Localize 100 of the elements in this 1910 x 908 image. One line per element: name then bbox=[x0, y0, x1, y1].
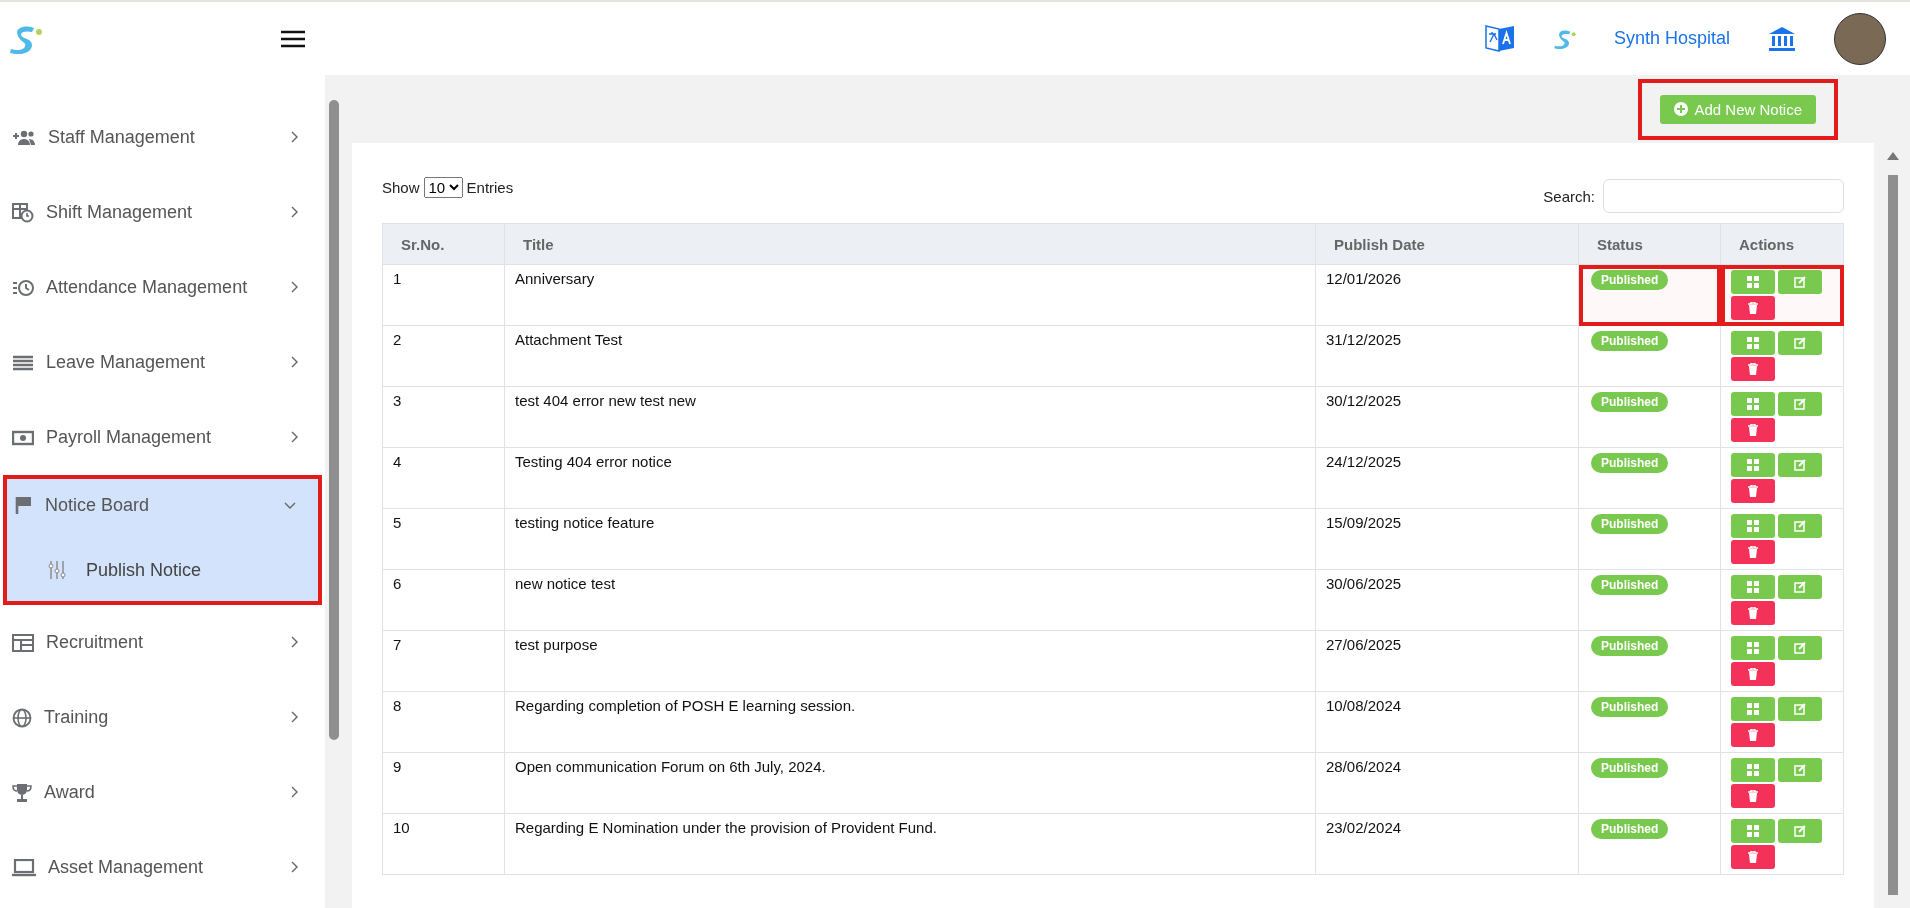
sidebar-item[interactable]: Notice Board bbox=[3, 475, 322, 535]
edit-button[interactable] bbox=[1778, 392, 1822, 416]
edit-button[interactable] bbox=[1778, 575, 1822, 599]
delete-button[interactable] bbox=[1731, 662, 1775, 686]
sidebar-item[interactable]: Training bbox=[0, 680, 325, 755]
table-cell: testing notice feature bbox=[504, 508, 1316, 570]
grid-icon bbox=[1747, 764, 1759, 776]
column-header[interactable]: Status bbox=[1578, 223, 1721, 265]
entries-label: Entries bbox=[466, 178, 514, 196]
table-cell: Testing 404 error notice bbox=[504, 447, 1316, 509]
edit-button[interactable] bbox=[1778, 697, 1822, 721]
sidebar-item[interactable]: Attendance Management bbox=[0, 250, 325, 325]
delete-button[interactable] bbox=[1731, 357, 1775, 381]
edit-icon bbox=[1794, 764, 1806, 776]
grid-icon bbox=[1747, 398, 1759, 410]
trash-icon bbox=[1748, 851, 1758, 863]
delete-button[interactable] bbox=[1731, 723, 1775, 747]
table-cell: 10/08/2024 bbox=[1315, 691, 1579, 753]
edit-button[interactable] bbox=[1778, 331, 1822, 355]
edit-button[interactable] bbox=[1778, 758, 1822, 782]
page-size-select[interactable]: 10 bbox=[423, 176, 463, 198]
table-cell: 2 bbox=[382, 325, 505, 387]
view-button[interactable] bbox=[1731, 270, 1775, 294]
scroll-up-icon[interactable] bbox=[1886, 151, 1900, 161]
table-cell: test purpose bbox=[504, 630, 1316, 692]
logo-icon[interactable] bbox=[10, 23, 42, 54]
grid-icon bbox=[1747, 520, 1759, 532]
trash-icon bbox=[1748, 363, 1758, 375]
scrollbar[interactable] bbox=[1888, 175, 1898, 895]
sidebar-item[interactable]: Asset Management bbox=[0, 830, 325, 905]
menu-icon[interactable] bbox=[281, 29, 305, 48]
logo-icon bbox=[1553, 28, 1576, 49]
sidebar-item[interactable]: Shift Management bbox=[0, 175, 325, 250]
delete-button[interactable] bbox=[1731, 418, 1775, 442]
edit-button[interactable] bbox=[1778, 514, 1822, 538]
status-badge: Published bbox=[1591, 697, 1669, 717]
edit-button[interactable] bbox=[1778, 453, 1822, 477]
grid-icon bbox=[1747, 703, 1759, 715]
view-button[interactable] bbox=[1731, 819, 1775, 843]
edit-icon bbox=[1794, 642, 1806, 654]
search-field[interactable] bbox=[1603, 179, 1844, 213]
table-cell: 4 bbox=[382, 447, 505, 509]
table-cell: 1 bbox=[382, 264, 505, 326]
trash-icon bbox=[1748, 790, 1758, 802]
delete-button[interactable] bbox=[1731, 784, 1775, 808]
view-button[interactable] bbox=[1731, 697, 1775, 721]
edit-button[interactable] bbox=[1778, 819, 1822, 843]
view-button[interactable] bbox=[1731, 758, 1775, 782]
scrollbar[interactable] bbox=[329, 100, 339, 740]
table-cell: Open communication Forum on 6th July, 2024. bbox=[504, 752, 1316, 814]
status-badge: Published bbox=[1591, 331, 1669, 351]
sidebar-item[interactable]: Award bbox=[0, 755, 325, 830]
edit-button[interactable] bbox=[1778, 270, 1822, 294]
trash-icon bbox=[1748, 302, 1758, 314]
view-button[interactable] bbox=[1731, 453, 1775, 477]
submenu-item[interactable]: Publish Notice bbox=[3, 535, 322, 605]
column-header[interactable]: Actions bbox=[1720, 223, 1844, 265]
status-badge: Published bbox=[1591, 270, 1669, 290]
sidebar-item[interactable]: Staff Management bbox=[0, 100, 325, 175]
delete-button[interactable] bbox=[1731, 479, 1775, 503]
column-header[interactable]: Title bbox=[504, 223, 1316, 265]
edit-icon bbox=[1794, 337, 1806, 349]
globe-icon bbox=[12, 707, 32, 728]
view-button[interactable] bbox=[1731, 331, 1775, 355]
table-cell: Anniversary bbox=[504, 264, 1316, 326]
delete-button[interactable] bbox=[1731, 601, 1775, 625]
column-header[interactable]: Publish Date bbox=[1315, 223, 1579, 265]
table-cell: new notice test bbox=[504, 569, 1316, 631]
hospital-name[interactable]: Synth Hospital bbox=[1613, 28, 1730, 49]
sidebar-item[interactable]: Payroll Management bbox=[0, 400, 325, 475]
view-button[interactable] bbox=[1731, 575, 1775, 599]
table-cell: 6 bbox=[382, 569, 505, 631]
clock-icon bbox=[12, 278, 34, 297]
view-button[interactable] bbox=[1731, 392, 1775, 416]
grid-icon bbox=[1747, 459, 1759, 471]
sidebar-item[interactable]: Leave Management bbox=[0, 325, 325, 400]
delete-button[interactable] bbox=[1731, 845, 1775, 869]
column-header[interactable]: Sr.No. bbox=[382, 223, 505, 265]
avatar[interactable] bbox=[1834, 12, 1886, 65]
view-button[interactable] bbox=[1731, 636, 1775, 660]
view-button[interactable] bbox=[1731, 514, 1775, 538]
status-badge: Published bbox=[1591, 514, 1669, 534]
table-cell: 9 bbox=[382, 752, 505, 814]
edit-icon bbox=[1794, 398, 1806, 410]
table-cell: 5 bbox=[382, 508, 505, 570]
edit-button[interactable] bbox=[1778, 636, 1822, 660]
status-badge: Published bbox=[1591, 575, 1669, 595]
money-icon bbox=[12, 429, 34, 446]
table-cell: test 404 error new test new bbox=[504, 386, 1316, 448]
bank-icon[interactable] bbox=[1768, 25, 1796, 52]
delete-button[interactable] bbox=[1731, 296, 1775, 320]
grid-icon bbox=[1747, 337, 1759, 349]
list-icon bbox=[12, 354, 34, 371]
trash-icon bbox=[1748, 424, 1758, 436]
table-cell: 30/12/2025 bbox=[1315, 386, 1579, 448]
sidebar-item[interactable]: Recruitment bbox=[0, 605, 325, 680]
table-icon bbox=[12, 633, 34, 652]
delete-button[interactable] bbox=[1731, 540, 1775, 564]
laptop-icon bbox=[12, 858, 36, 877]
status-badge: Published bbox=[1591, 392, 1669, 412]
